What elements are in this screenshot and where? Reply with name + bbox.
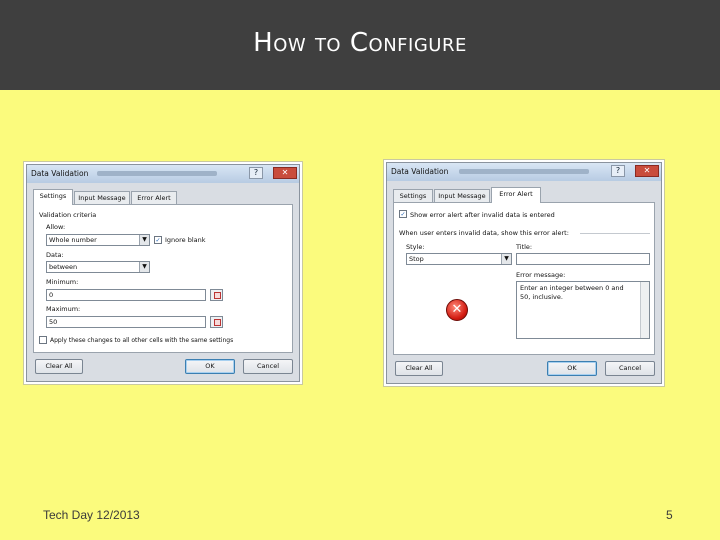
cancel-button[interactable]: Cancel [243,359,293,374]
taskbar-blur [459,169,589,174]
error-message-value: Enter an integer between 0 and 50, inclu… [520,284,624,301]
tab-settings[interactable]: Settings [393,189,433,203]
chevron-down-icon: ▼ [501,254,511,264]
show-error-checkbox[interactable]: ✓ [399,210,407,218]
error-message-textarea[interactable]: Enter an integer between 0 and 50, inclu… [516,281,650,339]
tab-settings[interactable]: Settings [33,189,73,205]
when-invalid-label: When user enters invalid data, show this… [399,229,569,237]
data-value: between [49,263,78,271]
allow-dropdown[interactable]: Whole number ▼ [46,234,150,246]
slide-title: How to Configure [253,28,467,58]
data-dropdown[interactable]: between ▼ [46,261,150,273]
help-icon[interactable]: ? [249,167,263,179]
tab-input-message[interactable]: Input Message [434,189,490,203]
ignore-blank-checkbox[interactable]: ✓ [154,236,162,244]
error-alert-panel: ✓ Show error alert after invalid data is… [393,202,655,355]
allow-label: Allow: [46,223,66,231]
clear-all-button[interactable]: Clear All [395,361,443,376]
tab-error-alert[interactable]: Error Alert [491,187,541,203]
footer-date: Tech Day 12/2013 [43,508,140,522]
style-label: Style: [406,243,425,251]
minimum-input[interactable]: 0 [46,289,206,301]
dialog-titlebar[interactable]: Data Validation ? ✕ [387,163,661,181]
dialog-title: Data Validation [31,169,89,178]
close-icon[interactable]: ✕ [635,165,659,177]
validation-criteria-label: Validation criteria [39,211,97,219]
maximum-input[interactable]: 50 [46,316,206,328]
tab-input-message[interactable]: Input Message [74,191,130,205]
page-number: 5 [666,508,673,522]
data-validation-dialog-settings: Data Validation ? ✕ Settings Input Messa… [26,164,300,382]
error-stop-icon: ✕ [446,299,468,321]
maximum-label: Maximum: [46,305,81,313]
cancel-button[interactable]: Cancel [605,361,655,376]
section-divider [580,233,650,234]
title-label: Title: [516,243,533,251]
style-value: Stop [409,255,424,263]
apply-all-checkbox[interactable] [39,336,47,344]
chevron-down-icon: ▼ [139,235,149,245]
textarea-scrollbar[interactable] [640,282,649,338]
title-input[interactable] [516,253,650,265]
tab-error-alert[interactable]: Error Alert [131,191,177,205]
close-icon[interactable]: ✕ [273,167,297,179]
data-label: Data: [46,251,64,259]
dialog-title: Data Validation [391,167,449,176]
settings-panel: Validation criteria Allow: Whole number … [33,204,293,353]
allow-value: Whole number [49,236,97,244]
ignore-blank-label: Ignore blank [165,236,206,244]
taskbar-blur [97,171,217,176]
ok-button[interactable]: OK [185,359,235,374]
help-icon[interactable]: ? [611,165,625,177]
apply-all-label: Apply these changes to all other cells w… [50,337,234,344]
show-error-label: Show error alert after invalid data is e… [410,211,555,219]
ok-button[interactable]: OK [547,361,597,376]
data-validation-dialog-error-alert: Data Validation ? ✕ Settings Input Messa… [386,162,662,384]
maximum-range-picker-icon[interactable] [210,316,223,328]
minimum-label: Minimum: [46,278,79,286]
chevron-down-icon: ▼ [139,262,149,272]
minimum-range-picker-icon[interactable] [210,289,223,301]
dialog-titlebar[interactable]: Data Validation ? ✕ [27,165,299,183]
clear-all-button[interactable]: Clear All [35,359,83,374]
style-dropdown[interactable]: Stop ▼ [406,253,512,265]
error-message-label: Error message: [516,271,566,279]
